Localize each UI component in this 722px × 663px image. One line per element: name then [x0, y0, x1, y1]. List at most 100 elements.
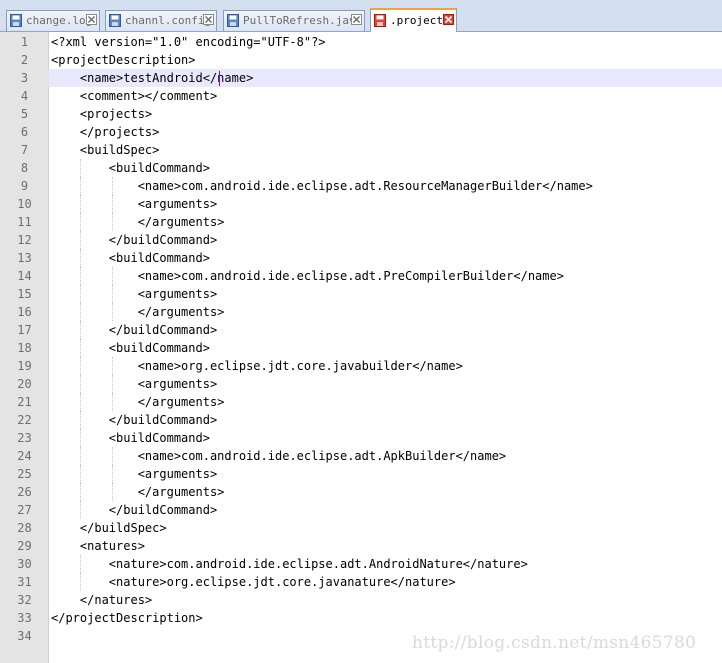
code-line[interactable]: 24 <name>com.android.ide.eclipse.adt.Apk… — [0, 447, 722, 465]
code-text: </projectDescription> — [51, 611, 203, 625]
line-number: 20 — [17, 377, 32, 391]
code-line[interactable]: 21 </arguments> — [0, 393, 722, 411]
code-line[interactable]: 28 </buildSpec> — [0, 519, 722, 537]
code-line[interactable]: 8 <buildCommand> — [0, 159, 722, 177]
tab-channl-config[interactable]: channl.config — [105, 10, 217, 31]
code-line[interactable]: 26 </arguments> — [0, 483, 722, 501]
line-number: 11 — [17, 215, 32, 229]
code-text: <name>com.android.ide.eclipse.adt.Resour… — [51, 179, 593, 193]
code-line[interactable]: 18 <buildCommand> — [0, 339, 722, 357]
code-line[interactable]: 20 <arguments> — [0, 375, 722, 393]
line-number: 15 — [17, 287, 32, 301]
code-text: <natures> — [51, 539, 145, 553]
code-text: </buildSpec> — [51, 521, 167, 535]
code-line[interactable]: 4 <comment></comment> — [0, 87, 722, 105]
line-number: 17 — [17, 323, 32, 337]
code-text: <arguments> — [51, 467, 218, 481]
line-number: 23 — [17, 431, 32, 445]
tab-change-log[interactable]: change.log — [6, 10, 100, 31]
tab-pulltorefresh-java[interactable]: PullToRefresh.java — [223, 10, 365, 31]
code-text: <buildCommand> — [51, 431, 210, 445]
line-number: 12 — [17, 233, 32, 247]
code-line[interactable]: 11 </arguments> — [0, 213, 722, 231]
code-line[interactable]: 2 <projectDescription> — [0, 51, 722, 69]
code-text: <buildCommand> — [51, 341, 210, 355]
line-number: 2 — [20, 53, 29, 67]
code-line[interactable]: 12 </buildCommand> — [0, 231, 722, 249]
code-line[interactable]: 22 </buildCommand> — [0, 411, 722, 429]
close-icon[interactable] — [203, 14, 214, 25]
line-number: 18 — [17, 341, 32, 355]
line-number: 26 — [17, 485, 32, 499]
code-line[interactable]: 19 <name>org.eclipse.jdt.core.javabuilde… — [0, 357, 722, 375]
code-text: <?xml version="1.0" encoding="UTF-8"?> — [51, 35, 326, 49]
code-line[interactable]: 3 <name>testAndroid</name> — [0, 69, 722, 87]
line-number: 5 — [20, 107, 29, 121]
line-number: 8 — [20, 161, 29, 175]
code-text: </natures> — [51, 593, 153, 607]
line-number: 1 — [20, 35, 29, 49]
line-number: 16 — [17, 305, 32, 319]
code-line[interactable]: 23 <buildCommand> — [0, 429, 722, 447]
saved-file-icon — [227, 14, 239, 27]
code-line[interactable]: 31 <nature>org.eclipse.jdt.core.javanatu… — [0, 573, 722, 591]
code-line[interactable]: 15 <arguments> — [0, 285, 722, 303]
line-number: 27 — [17, 503, 32, 517]
tab-project[interactable]: .project — [370, 8, 457, 32]
code-line[interactable]: 9 <name>com.android.ide.eclipse.adt.Reso… — [0, 177, 722, 195]
code-text: </arguments> — [51, 485, 225, 499]
code-line[interactable]: 32 </natures> — [0, 591, 722, 609]
code-line[interactable]: 7 <buildSpec> — [0, 141, 722, 159]
line-number: 13 — [17, 251, 32, 265]
line-number: 32 — [17, 593, 32, 607]
line-number: 30 — [17, 557, 32, 571]
code-text: <name>org.eclipse.jdt.core.javabuilder</… — [51, 359, 463, 373]
line-number: 4 — [20, 89, 29, 103]
code-text: <projects> — [51, 107, 153, 121]
code-line[interactable]: 33 </projectDescription> — [0, 609, 722, 627]
tab-label: .project — [390, 14, 443, 27]
code-text: </projects> — [51, 125, 160, 139]
line-number: 6 — [20, 125, 29, 139]
tab-label: PullToRefresh.java — [243, 14, 363, 27]
line-number: 29 — [17, 539, 32, 553]
code-line[interactable]: 29 <natures> — [0, 537, 722, 555]
line-number: 34 — [17, 629, 32, 643]
line-number: 10 — [17, 197, 32, 211]
code-line[interactable]: 27 </buildCommand> — [0, 501, 722, 519]
tab-bar: change.log channl.config PullToRefresh.j… — [0, 0, 722, 32]
code-editor[interactable]: 1 <?xml version="1.0" encoding="UTF-8"?> 2… — [0, 32, 722, 663]
unsaved-file-icon — [374, 14, 386, 27]
code-line[interactable]: 1 <?xml version="1.0" encoding="UTF-8"?> — [0, 33, 722, 51]
line-number: 21 — [17, 395, 32, 409]
code-text: </buildCommand> — [51, 503, 218, 517]
line-number: 25 — [17, 467, 32, 481]
code-text: </arguments> — [51, 305, 225, 319]
close-icon[interactable] — [443, 14, 454, 25]
close-icon[interactable] — [86, 14, 97, 25]
code-line[interactable]: 25 <arguments> — [0, 465, 722, 483]
code-text: <comment></comment> — [51, 89, 218, 103]
code-line[interactable]: 17 </buildCommand> — [0, 321, 722, 339]
code-area[interactable]: 1 <?xml version="1.0" encoding="UTF-8"?> 2… — [0, 33, 722, 645]
code-text: <name>com.android.ide.eclipse.adt.ApkBui… — [51, 449, 507, 463]
code-line[interactable]: 30 <nature>com.android.ide.eclipse.adt.A… — [0, 555, 722, 573]
code-text: <nature>org.eclipse.jdt.core.javanature<… — [51, 575, 456, 589]
code-line[interactable]: 10 <arguments> — [0, 195, 722, 213]
text-caret — [219, 71, 220, 86]
code-text: </buildCommand> — [51, 323, 218, 337]
code-line[interactable]: 16 </arguments> — [0, 303, 722, 321]
line-number: 19 — [17, 359, 32, 373]
code-line[interactable]: 5 <projects> — [0, 105, 722, 123]
code-text: <name>com.android.ide.eclipse.adt.PreCom… — [51, 269, 564, 283]
line-number: 9 — [20, 179, 29, 193]
code-line[interactable]: 6 </projects> — [0, 123, 722, 141]
code-text: </arguments> — [51, 395, 225, 409]
saved-file-icon — [10, 14, 22, 27]
code-text: </arguments> — [51, 215, 225, 229]
code-line[interactable]: 14 <name>com.android.ide.eclipse.adt.Pre… — [0, 267, 722, 285]
code-text: <projectDescription> — [51, 53, 196, 67]
code-line[interactable]: 13 <buildCommand> — [0, 249, 722, 267]
close-icon[interactable] — [351, 14, 362, 25]
code-text: <buildCommand> — [51, 161, 210, 175]
